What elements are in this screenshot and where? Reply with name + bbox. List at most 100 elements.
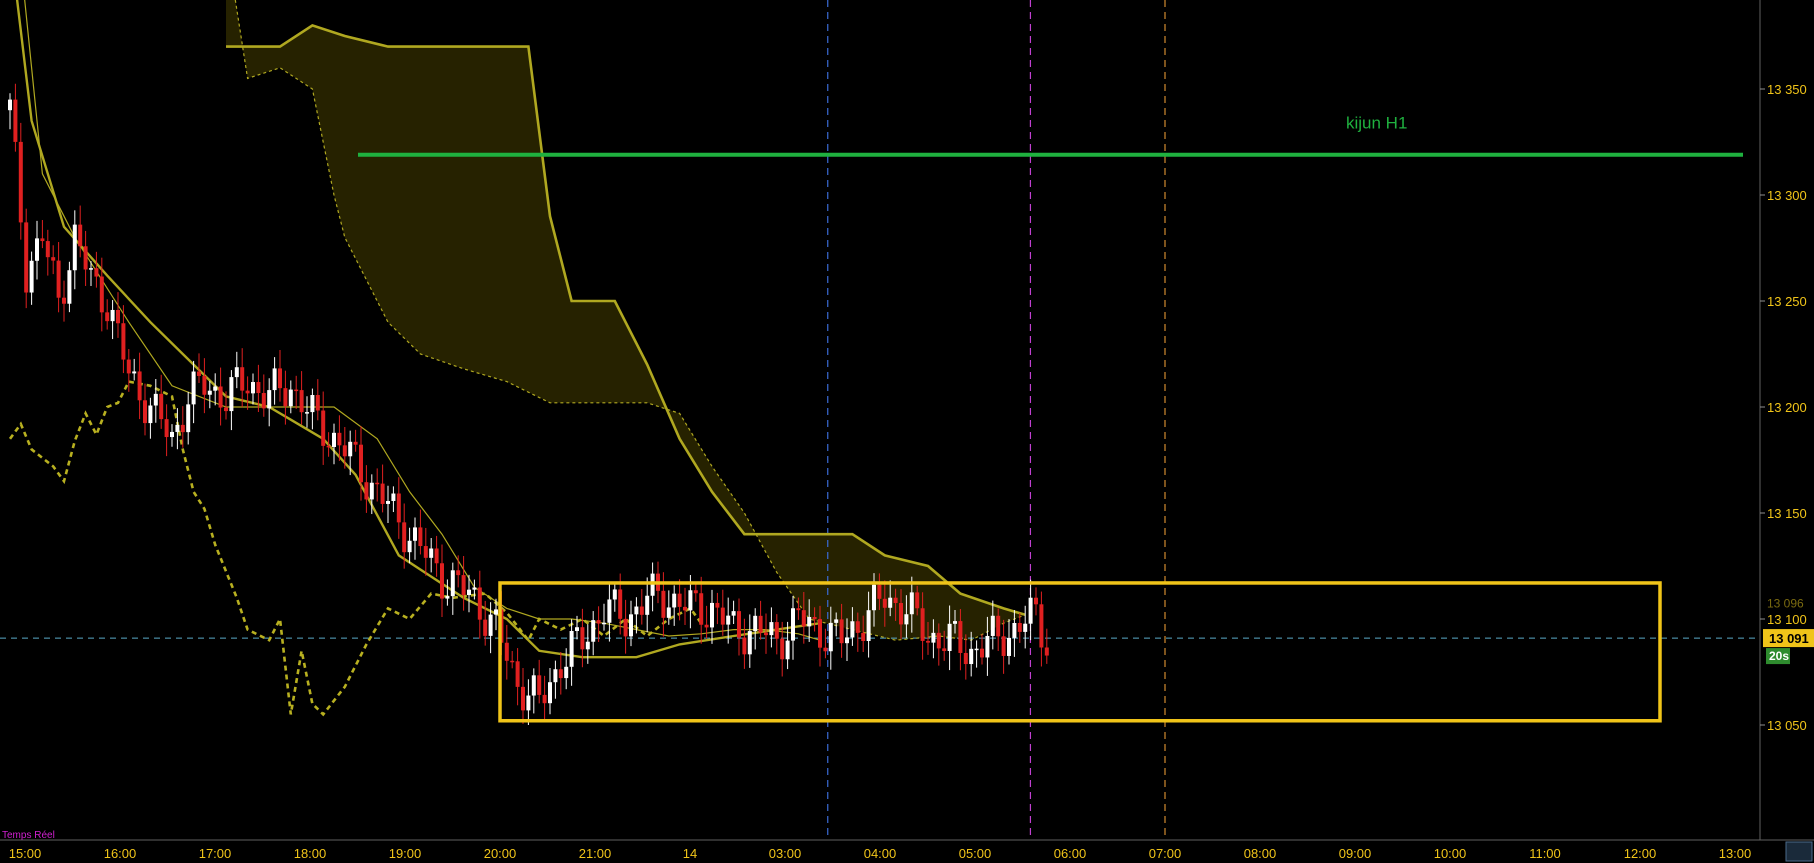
price-chart[interactable]: kijun H1 13 050 13 100 13 150 13 200 13 250 1… (0, 0, 1814, 863)
candle-body (996, 615, 1001, 637)
price-tick-label: 13 200 (1767, 400, 1807, 415)
time-tick-label: 21:00 (579, 846, 612, 861)
candle-body (855, 621, 860, 633)
candle-body (126, 359, 131, 374)
time-tick-label: 07:00 (1149, 846, 1182, 861)
candle-body (990, 615, 995, 636)
candle-body (974, 648, 979, 651)
candle-body (542, 694, 547, 704)
candle-body (359, 444, 363, 483)
candle-body (510, 660, 515, 663)
candle-body (110, 309, 115, 322)
candle-body (245, 390, 250, 394)
candle-body (1044, 647, 1049, 656)
candle-body (153, 393, 158, 406)
candle-body (391, 493, 396, 501)
candle-body (672, 593, 677, 608)
candle-body (434, 548, 439, 564)
candle-body (240, 367, 245, 391)
candle-body (888, 597, 893, 608)
candle-body (364, 482, 369, 500)
candle-body (278, 368, 282, 389)
candle-body (931, 632, 936, 643)
time-tick-label: 14 (683, 846, 697, 861)
candle-body (105, 312, 110, 322)
price-tick-label: 13 100 (1767, 612, 1807, 627)
candle-body (720, 607, 725, 625)
time-tick-label: 05:00 (959, 846, 992, 861)
price-axis-panel (1760, 0, 1814, 863)
candle-body (450, 570, 455, 597)
candle-body (423, 546, 428, 558)
candle-body (575, 627, 579, 631)
candle-body (1012, 622, 1017, 638)
candle-body (305, 412, 309, 414)
candle-body (494, 609, 498, 615)
candle-body (159, 393, 164, 420)
candle-body (526, 695, 531, 711)
candle-body (272, 368, 277, 391)
candle-body (504, 642, 509, 661)
candle-body (1007, 637, 1011, 656)
candle-body (645, 595, 650, 615)
candle-body (953, 621, 957, 624)
time-tick-label: 20:00 (484, 846, 517, 861)
candle-body (402, 522, 407, 553)
candle-body (623, 618, 628, 637)
candle-body (261, 393, 266, 409)
candle-body (413, 527, 417, 541)
candle-body (515, 661, 520, 687)
candle-body (342, 445, 347, 457)
candle-body (742, 637, 747, 655)
candle-body (769, 622, 774, 636)
candle-body (229, 377, 234, 412)
candle-body (796, 608, 801, 611)
axis-settings-button[interactable] (1785, 841, 1813, 862)
candle-body (591, 620, 596, 642)
candle-body (866, 610, 871, 642)
time-tick-label: 12:00 (1624, 846, 1657, 861)
candle-body (753, 615, 758, 632)
candle-body (839, 619, 844, 644)
candle-body (764, 632, 768, 636)
candle-body (915, 592, 920, 609)
candle-body (170, 431, 174, 438)
price-tick-label: 13 350 (1767, 82, 1807, 97)
candle-body (440, 563, 444, 599)
candle-body (958, 621, 963, 653)
candle-body (202, 375, 207, 395)
candle-body (186, 404, 191, 433)
time-tick-label: 03:00 (769, 846, 802, 861)
candle-body (337, 432, 342, 446)
candle-body (801, 610, 806, 627)
time-tick-label: 06:00 (1054, 846, 1087, 861)
candle-body (224, 407, 228, 412)
countdown-label: 20s (1769, 649, 1789, 663)
candle-body (116, 309, 120, 324)
candle-body (683, 606, 687, 611)
candle-body (942, 648, 947, 652)
price-tick-label: 13 250 (1767, 294, 1807, 309)
candle-body (845, 637, 849, 644)
candle-body (639, 606, 644, 615)
candle-body (537, 675, 542, 695)
candle-body (791, 608, 795, 641)
candle-body (348, 441, 353, 457)
candle-body (666, 607, 671, 618)
status-text: Temps Réel (2, 830, 55, 841)
candle-body (67, 270, 72, 304)
candle-body (726, 615, 731, 625)
candle-body (148, 405, 153, 424)
candle-body (251, 382, 255, 394)
time-tick-label: 04:00 (864, 846, 897, 861)
candle-body (548, 682, 552, 704)
candle-body (580, 627, 585, 650)
candle-body (828, 622, 833, 652)
candle-body (143, 400, 147, 424)
price-tick-label: 13 050 (1767, 718, 1807, 733)
hidden-price-label: 13 096 (1767, 596, 1804, 610)
time-tick-label: 10:00 (1434, 846, 1467, 861)
candle-body (564, 666, 569, 679)
candle-body (24, 222, 29, 293)
candle-body (288, 389, 293, 407)
